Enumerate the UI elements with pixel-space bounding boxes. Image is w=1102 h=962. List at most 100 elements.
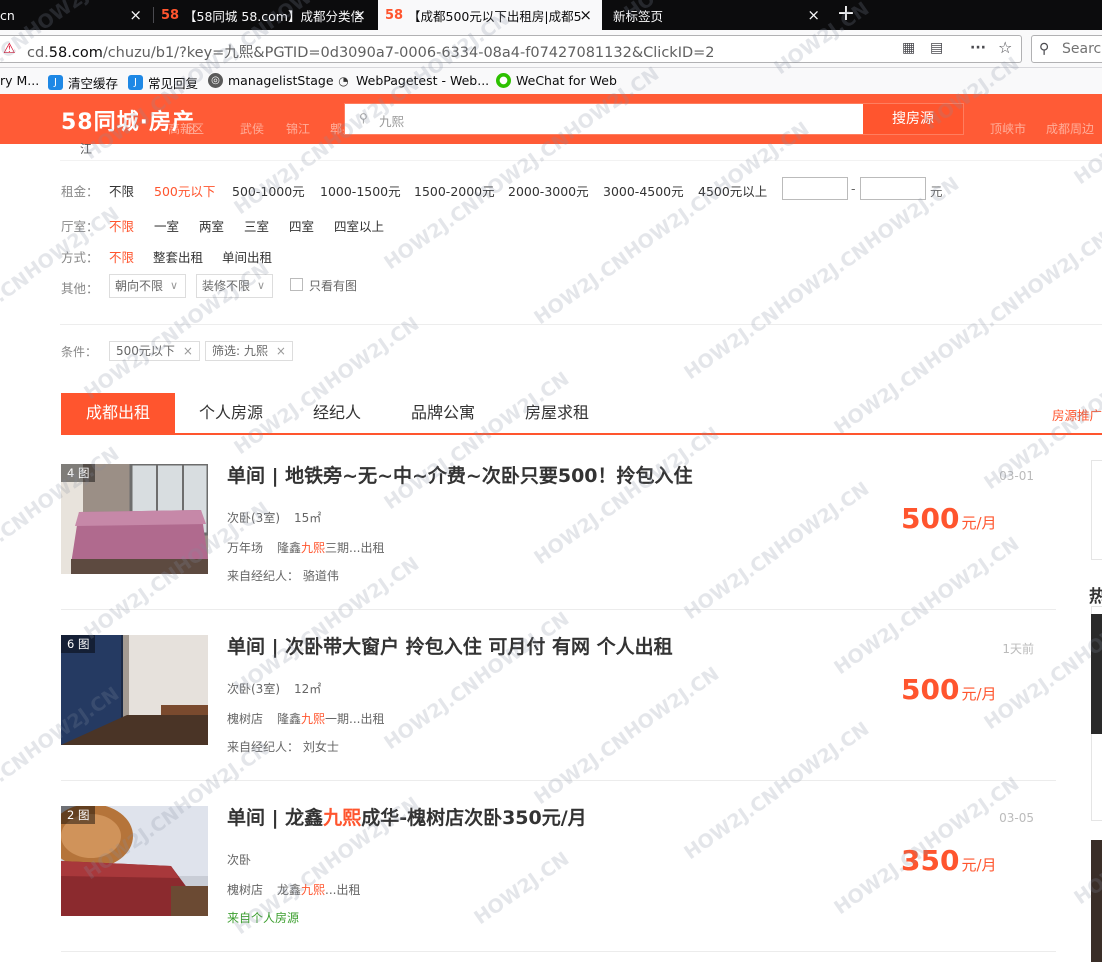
listing-date: 03-01: [999, 469, 1034, 483]
tab-chengdu-rent[interactable]: 成都出租: [61, 393, 175, 433]
filter-option[interactable]: 四室以上: [334, 216, 384, 235]
search-button[interactable]: 搜房源: [863, 104, 963, 134]
tab-agent[interactable]: 经纪人: [313, 393, 361, 433]
remove-chip-icon[interactable]: ×: [276, 344, 286, 358]
filter-option[interactable]: 4500元以上: [698, 181, 767, 200]
new-tab-button[interactable]: +: [832, 0, 860, 30]
close-icon[interactable]: ×: [807, 6, 820, 24]
j-bookmark-icon: J: [128, 75, 143, 90]
browser-nav-bar: ⚠ cd.58.com/chuzu/b1/?key=九熙&PGTID=0d309…: [0, 30, 1102, 68]
tab-personal[interactable]: 个人房源: [199, 393, 263, 433]
filter-label: 厅室：: [61, 219, 99, 234]
bookmark-item[interactable]: ◔ WebPagetest - Web...: [336, 73, 489, 88]
close-icon[interactable]: ×: [353, 6, 366, 24]
filter-option[interactable]: 三室: [244, 216, 269, 235]
wechat-icon: ●: [496, 73, 511, 88]
filter-option[interactable]: 3000-4500元: [603, 181, 684, 200]
filter-row-other: 其他：: [61, 278, 111, 296]
listing-title[interactable]: 单间 | 龙鑫九熙成华-槐树店次卧350元/月: [227, 803, 587, 830]
filter-option[interactable]: 单间出租: [222, 247, 272, 266]
bookmark-item[interactable]: ry M...: [0, 73, 39, 88]
sidebar-photo[interactable]: [1091, 840, 1102, 962]
filter-option[interactable]: 整套出租: [153, 247, 203, 266]
address-bar[interactable]: ⚠ cd.58.com/chuzu/b1/?key=九熙&PGTID=0d309…: [0, 35, 1022, 63]
close-icon[interactable]: ×: [579, 6, 592, 24]
listing-location: 万年场 隆鑫九熙三期...出租: [227, 541, 385, 555]
site-logo[interactable]: 58同城·房产: [61, 104, 195, 136]
listing-item[interactable]: 6 图 单间 | 次卧带大窗户 拎包入住 可月付 有网 个人出租 次卧(3室) 1…: [61, 610, 1056, 781]
divider: [60, 324, 1102, 325]
photo-count: 4 图: [61, 464, 96, 482]
sidebar-card[interactable]: [1091, 460, 1102, 560]
listing-title[interactable]: 单间 | 次卧带大窗户 拎包入住 可月付 有网 个人出租: [227, 632, 673, 659]
promote-link[interactable]: 房源推广: [1052, 405, 1102, 424]
listing-item[interactable]: 4 图 单间 | 地铁旁~无~中~介费~次卧只要500！拎包入住 次卧(3室) 1…: [61, 439, 1056, 610]
filter-option[interactable]: 两室: [199, 216, 224, 235]
filter-option[interactable]: 一室: [154, 216, 179, 235]
sidebar-heading: 热: [1089, 587, 1102, 607]
filter-option[interactable]: 1000-1500元: [320, 181, 401, 200]
listing-item[interactable]: 2 图 单间 | 龙鑫九熙成华-槐树店次卧350元/月 次卧 槐树店 龙鑫九熙..…: [61, 781, 1056, 952]
listing-photo[interactable]: 4 图: [61, 464, 208, 574]
range-dash: -: [851, 181, 856, 196]
filter-option[interactable]: 不限: [109, 181, 134, 200]
tab-1[interactable]: cn ×: [0, 0, 152, 30]
tab-2[interactable]: 58 【58同城 58.com】成都分类信 ×: [154, 0, 376, 30]
filter-row-rooms: 厅室： 不限 一室 两室 三室 四室 四室以上: [61, 216, 561, 235]
listing-room-info: 次卧: [227, 853, 252, 867]
price-min-input[interactable]: [782, 177, 848, 200]
qr-code-icon[interactable]: ▦: [902, 40, 915, 56]
listing-photo[interactable]: 2 图: [61, 806, 208, 916]
bookmark-item[interactable]: ◎ managelistStage: [208, 73, 334, 88]
filter-option[interactable]: 四室: [289, 216, 314, 235]
listing-source: 来自经纪人： 骆道伟: [227, 569, 339, 583]
bookmark-item[interactable]: J 清空缓存: [48, 73, 118, 92]
listing-price: 500 元/月: [901, 502, 997, 535]
filter-option-selected[interactable]: 不限: [109, 247, 134, 266]
listing-title[interactable]: 单间 | 地铁旁~无~中~介费~次卧只要500！拎包入住: [227, 461, 693, 488]
bookmark-star-icon[interactable]: ☆: [998, 38, 1012, 57]
insecure-lock-icon[interactable]: ⚠: [3, 41, 16, 57]
filter-row-mode: 方式： 不限 整套出租 单间出租: [61, 247, 361, 266]
listing-photo[interactable]: 6 图: [61, 635, 208, 745]
tab-wanted[interactable]: 房屋求租: [525, 393, 589, 433]
divider: [60, 160, 1102, 161]
ghost-nav-item: 武侯: [240, 122, 265, 136]
price-max-input[interactable]: [860, 177, 926, 200]
tab-3-active[interactable]: 58 【成都500元以下出租房|成都5 ×: [378, 0, 602, 30]
tab-4[interactable]: 新标签页 ×: [604, 0, 830, 30]
filter-option[interactable]: 2000-3000元: [508, 181, 589, 200]
search-icon: ⚲: [1039, 41, 1050, 57]
filter-option[interactable]: 1500-2000元: [414, 181, 495, 200]
page-content: 区 高新区 武侯 锦江 郫县 顶峡市 成都周边 58同城·房产 ⚲ 搜房源 江 …: [0, 94, 1102, 962]
bookmark-item[interactable]: ● WeChat for Web: [496, 73, 617, 88]
site-search-box: ⚲ 搜房源: [344, 103, 964, 135]
search-icon: ⚲: [359, 111, 368, 125]
58-favicon-icon: 58: [160, 7, 180, 23]
only-pics-checkbox[interactable]: [290, 278, 303, 291]
remove-chip-icon[interactable]: ×: [183, 344, 193, 358]
globe-icon: ◎: [208, 73, 223, 88]
tab-title: 【成都500元以下出租房|成都5: [408, 8, 582, 24]
more-actions-icon[interactable]: ···: [970, 40, 986, 56]
ghost-nav-item: 顶峡市: [990, 122, 1027, 136]
chevron-down-icon: ∨: [256, 279, 265, 292]
j-bookmark-icon: J: [48, 75, 63, 90]
decoration-dropdown[interactable]: 装修不限 ∨: [196, 274, 273, 298]
sidebar-photo[interactable]: [1091, 614, 1102, 734]
condition-chip: 500元以下 ×: [109, 341, 200, 361]
ghost-nav-item: 锦江: [286, 122, 311, 136]
site-search-input[interactable]: [379, 110, 849, 130]
filter-option-selected[interactable]: 500元以下: [154, 181, 215, 200]
conditions-label: 条件：: [61, 345, 98, 359]
browser-search-box[interactable]: ⚲ Search: [1031, 35, 1102, 63]
tab-brand-apartment[interactable]: 品牌公寓: [411, 393, 475, 433]
orientation-dropdown[interactable]: 朝向不限 ∨: [109, 274, 186, 298]
gauge-icon: ◔: [338, 73, 349, 88]
reader-view-icon[interactable]: ▤: [930, 40, 943, 56]
close-icon[interactable]: ×: [129, 6, 142, 24]
filter-option[interactable]: 500-1000元: [232, 181, 305, 200]
filter-option-selected[interactable]: 不限: [109, 216, 134, 235]
listing-location: 槐树店 龙鑫九熙...出租: [227, 883, 361, 897]
bookmark-item[interactable]: J 常见回复: [128, 73, 198, 92]
